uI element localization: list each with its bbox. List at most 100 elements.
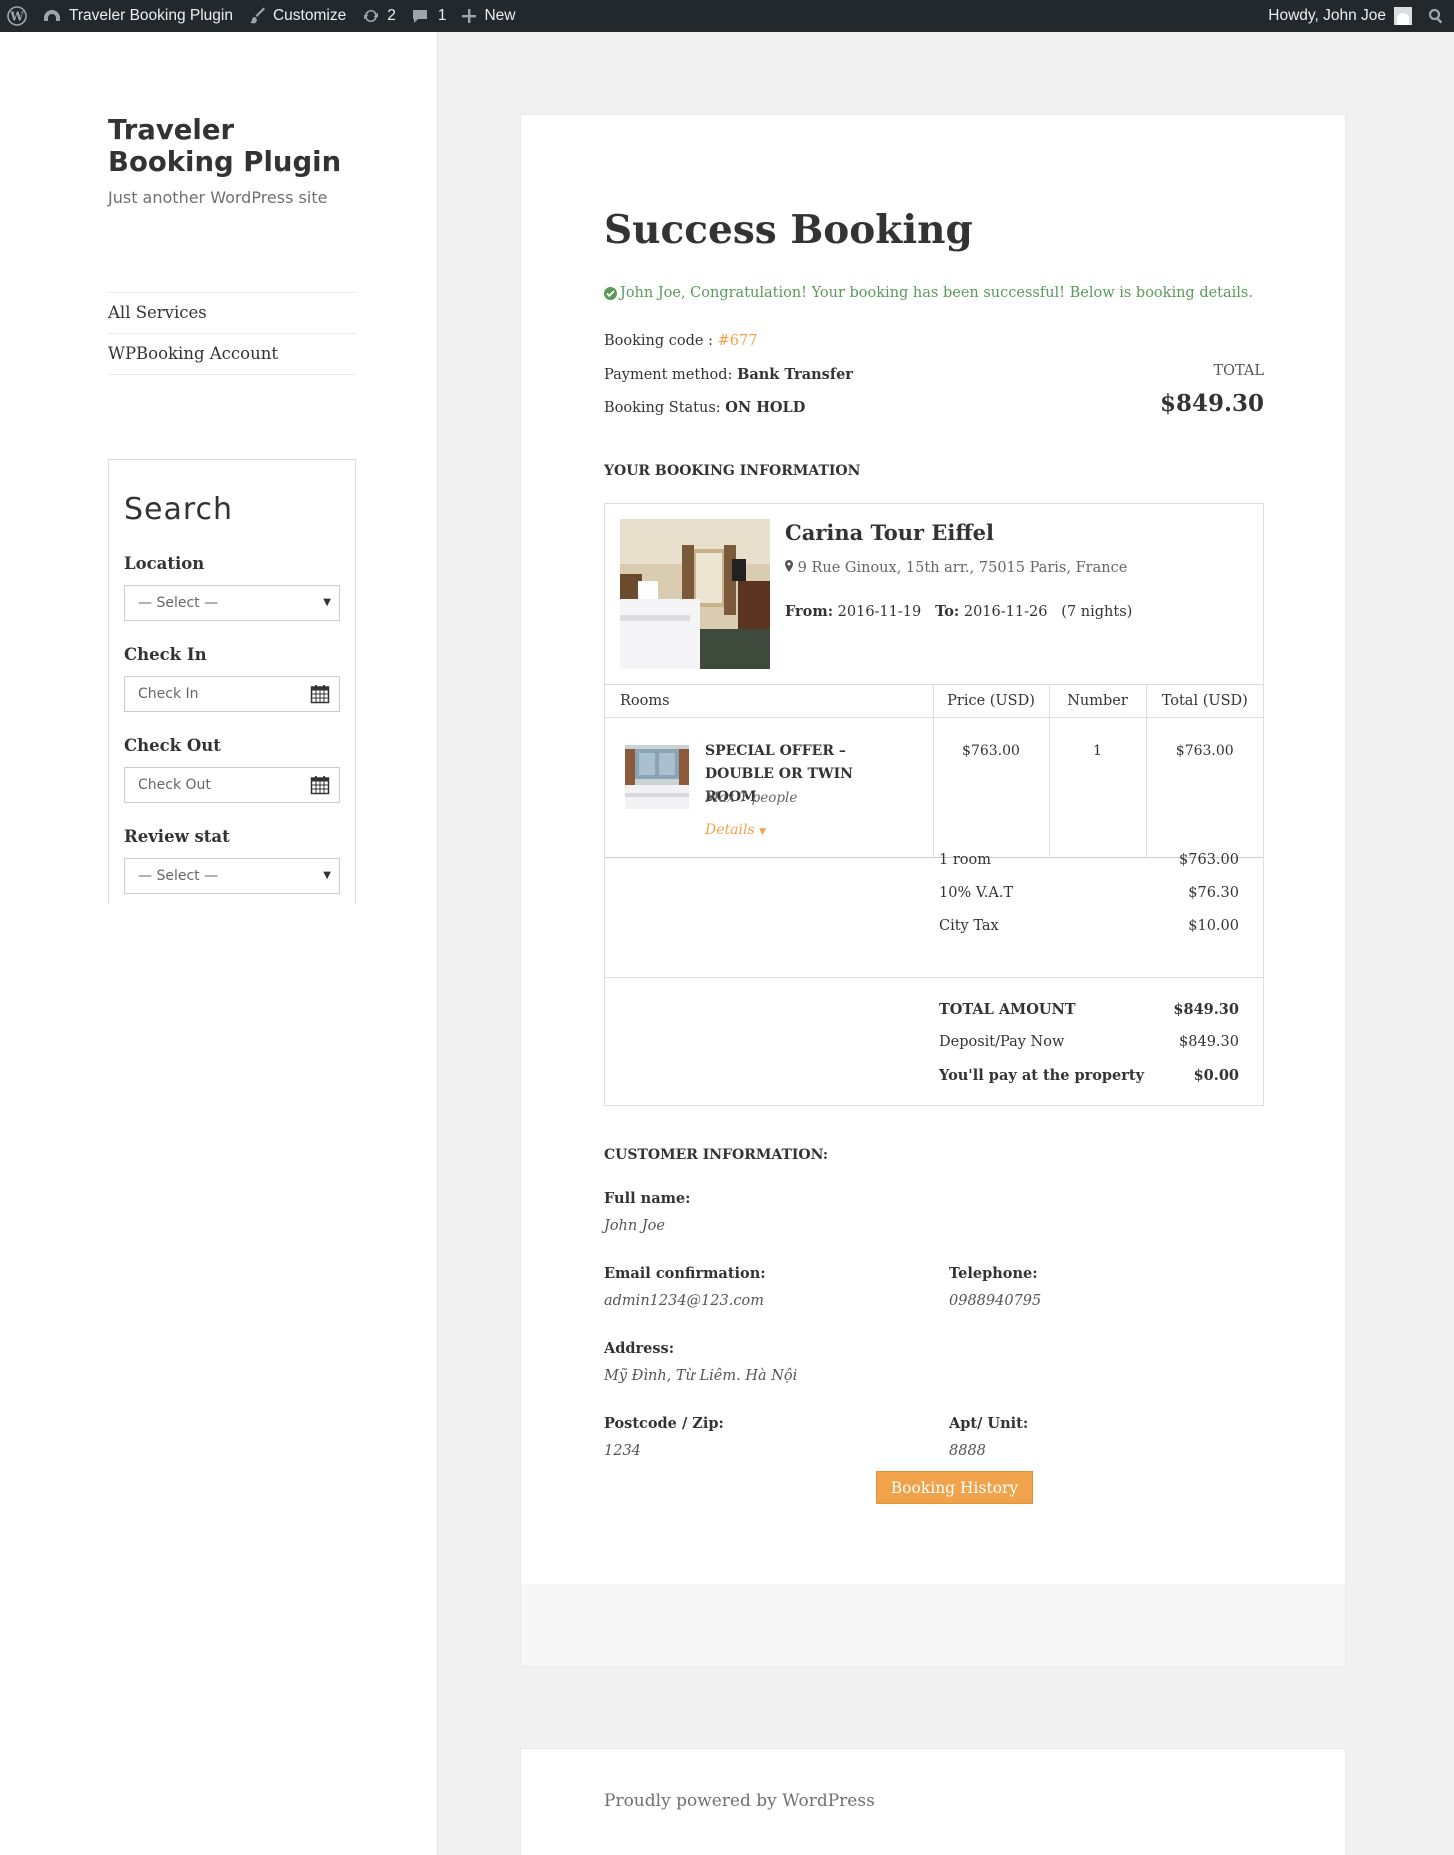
summary-tax-row: City Tax $10.00 — [939, 918, 1239, 934]
site-footer: Proudly powered by WordPress — [520, 1748, 1346, 1855]
checkin-input[interactable]: Check In — [124, 676, 340, 712]
dashboard-icon — [44, 10, 60, 21]
room-details-label: Details — [705, 822, 755, 838]
room-details-toggle[interactable]: Details ▼ — [705, 822, 766, 838]
review-stat-select[interactable]: — Select — ▼ — [124, 858, 340, 894]
caret-down-icon: ▼ — [759, 827, 766, 837]
menu-item-wpbooking-account[interactable]: WPBooking Account — [108, 334, 356, 375]
checkout-label: Check Out — [124, 736, 221, 755]
howdy-text: Howdy, John Joe — [1268, 7, 1386, 24]
admin-bar-updates[interactable]: 2 — [354, 0, 404, 32]
hotel-dates: From: 2016-11-19 To: 2016-11-26 (7 night… — [785, 603, 1132, 620]
calendar-icon[interactable] — [310, 775, 330, 795]
payment-method-line: Payment method: Bank Transfer — [604, 366, 853, 383]
price-header: Price (USD) — [932, 684, 1049, 718]
admin-bar-site-name: Traveler Booking Plugin — [69, 7, 233, 24]
from-label: From: — [785, 603, 834, 620]
payment-method-label: Payment method: — [604, 367, 733, 383]
booking-code-value[interactable]: #677 — [718, 333, 758, 349]
summary-total-row: TOTAL AMOUNT $849.30 — [939, 1001, 1239, 1018]
booking-status-line: Booking Status: ON HOLD — [604, 399, 805, 416]
sidebar: Traveler Booking Plugin Just another Wor… — [0, 32, 438, 1855]
wordpress-logo-icon[interactable]: W — [0, 0, 35, 32]
menu-item-all-services[interactable]: All Services — [108, 293, 356, 334]
updates-icon — [364, 9, 379, 23]
customer-information-heading: CUSTOMER INFORMATION: — [604, 1147, 829, 1163]
admin-bar-search[interactable] — [1420, 0, 1454, 32]
updates-count: 2 — [387, 7, 396, 24]
hotel-address: 9 Rue Ginoux, 15th arr., 75015 Paris, Fr… — [785, 560, 1127, 576]
booking-code-label: Booking code : — [604, 333, 713, 349]
room-number: 1 — [1048, 717, 1146, 858]
comments-count: 1 — [437, 7, 447, 24]
success-message-text: John Joe, Congratulation! Your booking h… — [620, 285, 1253, 301]
booking-status-value: ON HOLD — [725, 399, 806, 416]
booking-information-heading: YOUR BOOKING INFORMATION — [604, 463, 861, 479]
avatar — [1394, 7, 1412, 25]
checkin-placeholder: Check In — [138, 686, 199, 702]
room-total: $763.00 — [1145, 717, 1263, 858]
summary-vat-label: 10% V.A.T — [939, 885, 1014, 901]
chevron-down-icon: ▼ — [323, 597, 331, 608]
svg-text:W: W — [9, 10, 24, 24]
booking-history-button[interactable]: Booking History — [876, 1471, 1033, 1504]
calendar-icon[interactable] — [310, 684, 330, 704]
room-cell: SPECIAL OFFER – DOUBLE OR TWIN ROOM Max … — [605, 717, 933, 858]
site-title[interactable]: Traveler Booking Plugin — [108, 114, 368, 178]
postcode-value: 1234 — [604, 1443, 641, 1459]
telephone-label: Telephone: — [949, 1265, 1038, 1282]
address-value: Mỹ Đình, Từ Liêm. Hà Nội — [604, 1368, 798, 1384]
summary-vat-value: $76.30 — [1188, 885, 1239, 901]
admin-bar-comments[interactable]: 1 — [404, 0, 455, 32]
fullname-value: John Joe — [604, 1218, 665, 1234]
checkin-label: Check In — [124, 645, 207, 664]
fullname-label: Full name: — [604, 1190, 691, 1207]
plus-icon — [462, 9, 477, 23]
admin-bar: W Traveler Booking Plugin Customize 2 1 … — [0, 0, 1454, 32]
summary-tax-label: City Tax — [939, 918, 999, 934]
map-marker-icon — [785, 560, 793, 572]
admin-bar-site-link[interactable]: Traveler Booking Plugin — [35, 0, 241, 32]
room-max-people: Max 7 people — [705, 790, 798, 806]
from-date: 2016-11-19 — [837, 604, 922, 620]
nights-count: (7 nights) — [1061, 604, 1133, 620]
summary-vat-row: 10% V.A.T $76.30 — [939, 885, 1239, 901]
review-stat-value: — Select — — [138, 868, 219, 884]
page-title: Success Booking — [604, 207, 973, 253]
email-value: admin1234@123.com — [604, 1293, 764, 1309]
total-value: $849.30 — [1159, 390, 1264, 417]
checkout-placeholder: Check Out — [138, 777, 211, 793]
admin-bar-new[interactable]: New — [454, 0, 523, 32]
hotel-address-text: 9 Rue Ginoux, 15th arr., 75015 Paris, Fr… — [797, 560, 1128, 576]
sidebar-menu: All Services WPBooking Account — [108, 292, 356, 375]
admin-bar-customize[interactable]: Customize — [241, 0, 354, 32]
table-row: SPECIAL OFFER – DOUBLE OR TWIN ROOM Max … — [605, 717, 1263, 858]
card-footer-area — [521, 1584, 1345, 1666]
to-date: 2016-11-26 — [963, 604, 1048, 620]
telephone-value: 0988940795 — [949, 1293, 1042, 1309]
chevron-down-icon: ▼ — [323, 870, 331, 881]
payment-method-value: Bank Transfer — [737, 366, 853, 383]
search-widget-title: Search — [124, 492, 234, 527]
checkout-input[interactable]: Check Out — [124, 767, 340, 803]
summary-rooms-value: $763.00 — [1179, 852, 1239, 868]
admin-bar-account[interactable]: Howdy, John Joe — [1260, 0, 1420, 32]
booking-card: Success Booking John Joe, Congratulation… — [520, 114, 1346, 1667]
admin-bar-new-label: New — [484, 7, 516, 24]
to-label: To: — [935, 603, 960, 620]
summary-rooms-row: 1 room $763.00 — [939, 852, 1239, 868]
summary-deposit-row: Deposit/Pay Now $849.30 — [939, 1034, 1239, 1050]
powered-by-link[interactable]: Proudly powered by WordPress — [604, 1791, 875, 1811]
apt-unit-label: Apt/ Unit: — [949, 1415, 1029, 1432]
summary-divider — [605, 977, 1263, 978]
summary-total-label: TOTAL AMOUNT — [939, 1001, 1076, 1018]
brush-icon — [249, 7, 265, 24]
hotel-name[interactable]: Carina Tour Eiffel — [785, 520, 994, 545]
location-select-value: — Select — — [138, 595, 219, 611]
email-label: Email confirmation: — [604, 1265, 766, 1282]
summary-property-label: You'll pay at the property — [939, 1067, 1145, 1084]
postcode-label: Postcode / Zip: — [604, 1415, 724, 1432]
location-select[interactable]: — Select — ▼ — [124, 585, 340, 621]
booking-code-line: Booking code : #677 — [604, 333, 757, 349]
room-image — [625, 745, 689, 809]
